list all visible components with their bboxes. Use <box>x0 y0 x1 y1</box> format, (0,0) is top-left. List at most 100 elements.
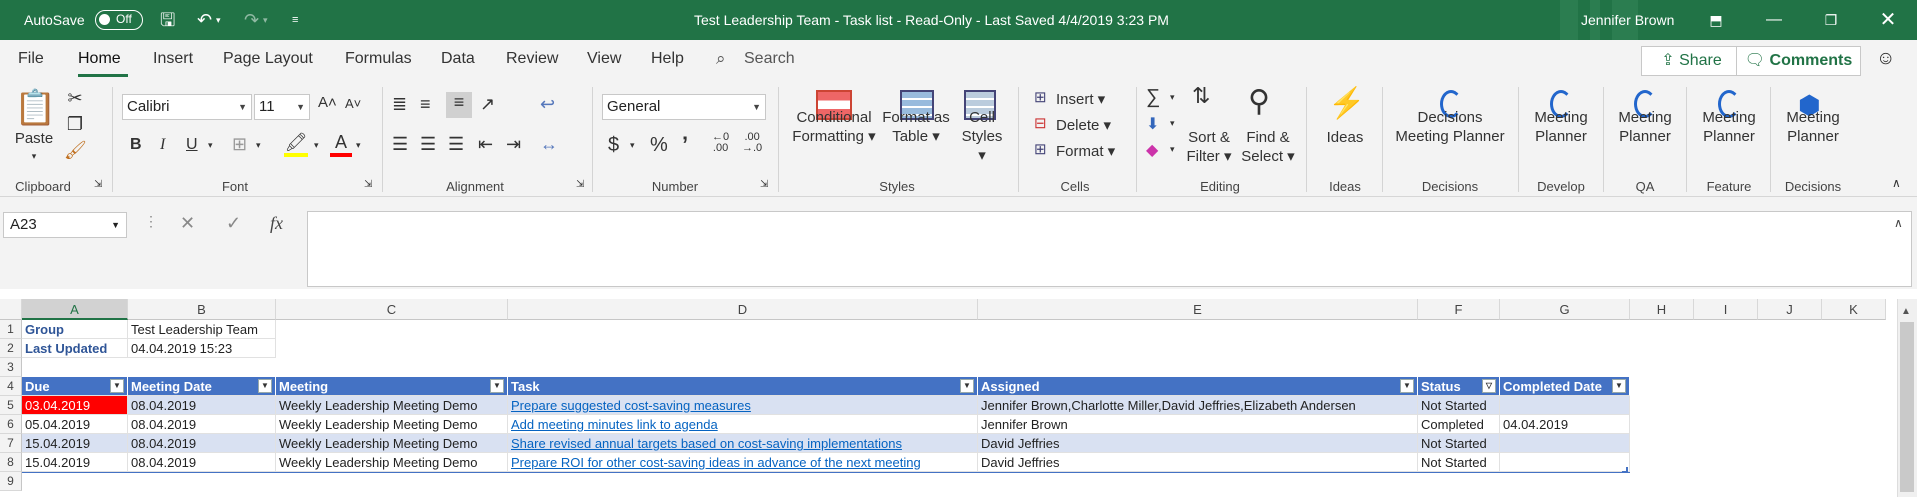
row-header-9[interactable]: 9 <box>0 472 22 491</box>
table-cell-task-link[interactable]: Add meeting minutes link to agenda <box>508 415 978 434</box>
minimize-icon[interactable]: — <box>1751 0 1797 40</box>
align-left-icon[interactable]: ☰ <box>392 134 408 155</box>
table-cell-task-link[interactable]: Share revised annual targets based on co… <box>508 434 978 453</box>
column-header-h[interactable]: H <box>1630 299 1694 320</box>
align-center-icon[interactable]: ☰ <box>420 134 436 155</box>
increase-font-icon[interactable]: A˄ <box>318 94 337 111</box>
filter-dropdown-icon[interactable]: ▼ <box>960 379 974 393</box>
expand-formula-icon[interactable]: ∧ <box>1894 216 1903 230</box>
tab-file[interactable]: File <box>18 50 44 68</box>
delete-cells-button[interactable]: Delete ▾ <box>1056 116 1111 135</box>
row-header-6[interactable]: 6 <box>0 415 22 434</box>
name-box[interactable]: A23 ▼ <box>3 212 127 238</box>
table-cell-meeting-date[interactable]: 08.04.2019 <box>128 453 276 472</box>
percent-icon[interactable]: % <box>650 134 668 157</box>
table-cell-task-link[interactable]: Prepare suggested cost-saving measures <box>508 396 978 415</box>
table-cell-assigned[interactable]: David Jeffries <box>978 453 1418 472</box>
row-header-7[interactable]: 7 <box>0 434 22 453</box>
table-cell-assigned[interactable]: David Jeffries <box>978 434 1418 453</box>
filter-dropdown-icon[interactable]: ▼ <box>1400 379 1414 393</box>
row-header-3[interactable]: 3 <box>0 358 22 377</box>
copy-icon[interactable]: ❐ <box>64 114 86 135</box>
smiley-icon[interactable]: ☺ <box>1876 48 1895 70</box>
autosave-toggle[interactable]: Off <box>95 10 143 30</box>
cell-styles-button[interactable]: Cell Styles ▾ <box>956 108 1008 165</box>
format-cells-icon[interactable]: ⊞ <box>1034 140 1047 158</box>
increase-decimal-icon[interactable]: ←0.00 <box>712 132 729 154</box>
row-header-5[interactable]: 5 <box>0 396 22 415</box>
align-bottom-icon[interactable]: ≡ <box>446 92 472 118</box>
column-header-f[interactable]: F <box>1418 299 1500 320</box>
font-size-select[interactable]: 11 ▼ <box>254 94 310 120</box>
select-all-corner[interactable] <box>0 299 22 320</box>
tab-formulas[interactable]: Formulas <box>345 50 412 68</box>
tab-data[interactable]: Data <box>441 50 475 68</box>
feature-meeting-planner-button[interactable]: Meeting Planner <box>1694 108 1764 146</box>
decisions-meeting-planner-button-2[interactable]: Meeting Planner <box>1778 108 1848 146</box>
decrease-indent-icon[interactable]: ⇤ <box>478 134 493 155</box>
table-cell-meeting-date[interactable]: 08.04.2019 <box>128 415 276 434</box>
ribbon-display-icon[interactable]: ⬒ <box>1693 0 1739 40</box>
table-cell-status[interactable]: Not Started <box>1418 396 1500 415</box>
ideas-button[interactable]: Ideas <box>1318 128 1372 147</box>
table-cell-meeting[interactable]: Weekly Leadership Meeting Demo <box>276 434 508 453</box>
row-header-4[interactable]: 4 <box>0 377 22 396</box>
user-name[interactable]: Jennifer Brown <box>1581 0 1674 40</box>
table-cell-due[interactable]: 15.04.2019 <box>22 434 128 453</box>
filter-dropdown-icon[interactable]: ▼ <box>490 379 504 393</box>
cell-a1[interactable]: Group <box>22 320 128 339</box>
table-header-status[interactable]: Status ▽ <box>1418 377 1500 396</box>
table-header-meeting[interactable]: Meeting ▼ <box>276 377 508 396</box>
column-header-j[interactable]: J <box>1758 299 1822 320</box>
develop-meeting-planner-button[interactable]: Meeting Planner <box>1526 108 1596 146</box>
borders-icon[interactable]: ⊞ <box>232 134 247 155</box>
table-cell-meeting-date[interactable]: 08.04.2019 <box>128 434 276 453</box>
column-header-e[interactable]: E <box>978 299 1418 320</box>
column-header-d[interactable]: D <box>508 299 978 320</box>
fill-dropdown-icon[interactable]: ▾ <box>314 140 319 151</box>
tab-view[interactable]: View <box>587 50 621 68</box>
close-icon[interactable]: ✕ <box>1865 0 1911 40</box>
row-header-1[interactable]: 1 <box>0 320 22 339</box>
fill-icon[interactable]: ⬇ <box>1146 114 1159 134</box>
filter-dropdown-icon[interactable]: ▼ <box>258 379 272 393</box>
scrollbar-thumb[interactable] <box>1900 322 1914 492</box>
comma-style-icon[interactable]: ’ <box>682 132 688 158</box>
undo-icon[interactable]: ↶ <box>197 0 212 40</box>
scroll-up-icon[interactable]: ▲ <box>1901 306 1911 317</box>
align-top-icon[interactable]: ≣ <box>392 94 407 115</box>
find-select-button[interactable]: Find & Select ▾ <box>1238 128 1298 166</box>
insert-cells-button[interactable]: Insert ▾ <box>1056 90 1105 109</box>
column-header-c[interactable]: C <box>276 299 508 320</box>
conditional-formatting-button[interactable]: Conditional Formatting ▾ <box>788 108 880 146</box>
wrap-text-icon[interactable]: ↩ <box>540 94 555 115</box>
tab-help[interactable]: Help <box>651 50 684 68</box>
column-header-k[interactable]: K <box>1822 299 1886 320</box>
row-header-8[interactable]: 8 <box>0 453 22 472</box>
redo-icon[interactable]: ↷ <box>244 0 259 40</box>
decisions-meeting-planner-button[interactable]: Decisions Meeting Planner <box>1392 108 1508 146</box>
currency-icon[interactable]: $ <box>608 134 619 157</box>
cell-b1[interactable]: Test Leadership Team <box>128 320 276 339</box>
table-cell-status[interactable]: Not Started <box>1418 434 1500 453</box>
currency-dropdown-icon[interactable]: ▾ <box>630 140 635 151</box>
table-header-meeting-date[interactable]: Meeting Date ▼ <box>128 377 276 396</box>
tab-page-layout[interactable]: Page Layout <box>223 50 313 68</box>
table-cell-completed[interactable] <box>1500 434 1630 453</box>
search-icon[interactable]: ⌕ <box>716 49 726 69</box>
table-cell-meeting[interactable]: Weekly Leadership Meeting Demo <box>276 453 508 472</box>
autosum-dropdown-icon[interactable]: ▾ <box>1170 92 1175 103</box>
share-button[interactable]: ⇪ Share <box>1641 46 1742 76</box>
undo-dropdown-icon[interactable]: ▾ <box>216 0 221 40</box>
comments-button[interactable]: 🗨 Comments <box>1736 46 1861 76</box>
table-cell-completed[interactable]: 04.04.2019 <box>1500 415 1630 434</box>
underline-icon[interactable]: U <box>186 136 198 154</box>
table-cell-assigned[interactable]: Jennifer Brown <box>978 415 1418 434</box>
clear-icon[interactable]: ◆ <box>1146 140 1158 160</box>
paste-dropdown-icon[interactable]: ▾ <box>24 147 44 166</box>
column-header-a[interactable]: A <box>22 299 128 320</box>
table-cell-status[interactable]: Not Started <box>1418 453 1500 472</box>
table-cell-status[interactable]: Completed <box>1418 415 1500 434</box>
decrease-decimal-icon[interactable]: .00 →.0 <box>742 132 762 154</box>
alignment-launcher-icon[interactable]: ⇲ <box>576 179 584 190</box>
